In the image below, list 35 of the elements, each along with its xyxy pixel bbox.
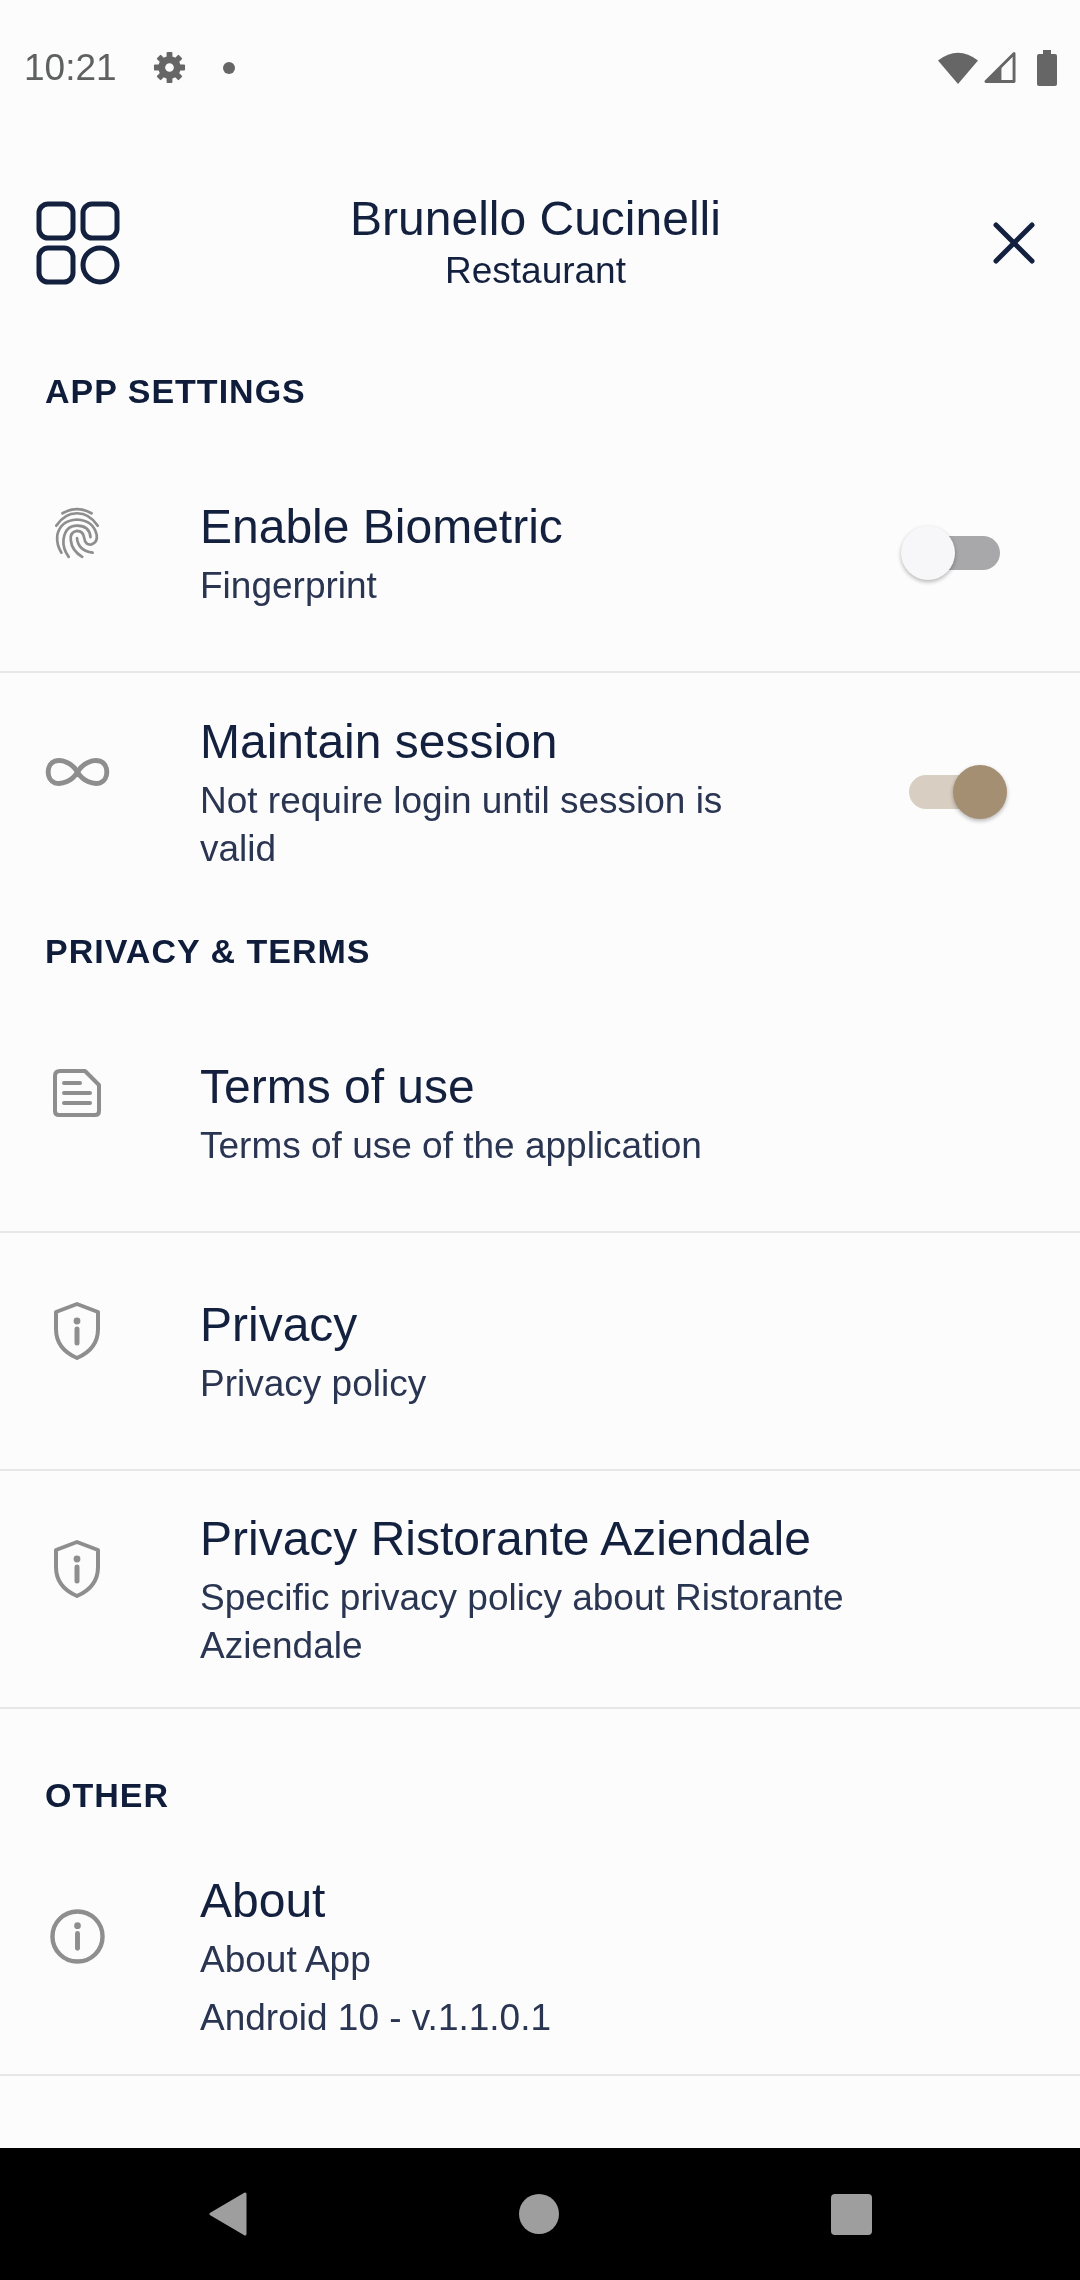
- item-title: Terms of use: [200, 1058, 476, 1115]
- info-icon: [49, 1908, 105, 1964]
- infinity-icon: [43, 756, 111, 788]
- item-subtitle: Specific privacy policy about Ristorante Aziendale: [200, 1575, 845, 1668]
- battery-icon: [1037, 49, 1057, 86]
- item-title: About: [200, 1872, 327, 1929]
- close-icon[interactable]: [993, 222, 1035, 264]
- item-subtitle: Fingerprint: [200, 563, 378, 608]
- version-text: Android 10 - v.1.1.0.1: [200, 1995, 553, 2040]
- fingerprint-icon: [52, 505, 102, 561]
- item-subtitle: About App: [200, 1937, 372, 1982]
- back-icon[interactable]: [208, 2192, 247, 2236]
- shield-info-icon: [52, 1539, 102, 1599]
- section-heading: APP SETTINGS: [44, 371, 307, 412]
- home-icon[interactable]: [518, 2194, 559, 2234]
- item-title: Enable Biometric: [200, 498, 564, 555]
- app-title: Brunello Cucinelli: [350, 191, 721, 247]
- item-title: Maintain session: [200, 713, 559, 770]
- section-heading: OTHER: [44, 1775, 170, 1816]
- app-subtitle: Restaurant: [445, 249, 626, 293]
- item-subtitle: Not require login until session is valid: [200, 778, 724, 871]
- section-heading: PRIVACY & TERMS: [44, 931, 372, 972]
- status-time: 10:21: [24, 45, 117, 90]
- apps-grid-icon[interactable]: [36, 201, 120, 285]
- notification-dot-icon: [222, 61, 235, 74]
- recents-icon[interactable]: [830, 2193, 872, 2235]
- gear-icon: [152, 51, 186, 84]
- item-subtitle: Privacy policy: [200, 1361, 428, 1406]
- signal-icon: [983, 51, 1016, 84]
- shield-info-icon: [52, 1301, 102, 1361]
- item-title: Privacy: [200, 1296, 359, 1353]
- item-subtitle: Terms of use of the application: [200, 1123, 703, 1168]
- document-icon: [52, 1068, 102, 1118]
- wifi-icon: [938, 51, 978, 84]
- item-title: Privacy Ristorante Aziendale: [200, 1510, 812, 1567]
